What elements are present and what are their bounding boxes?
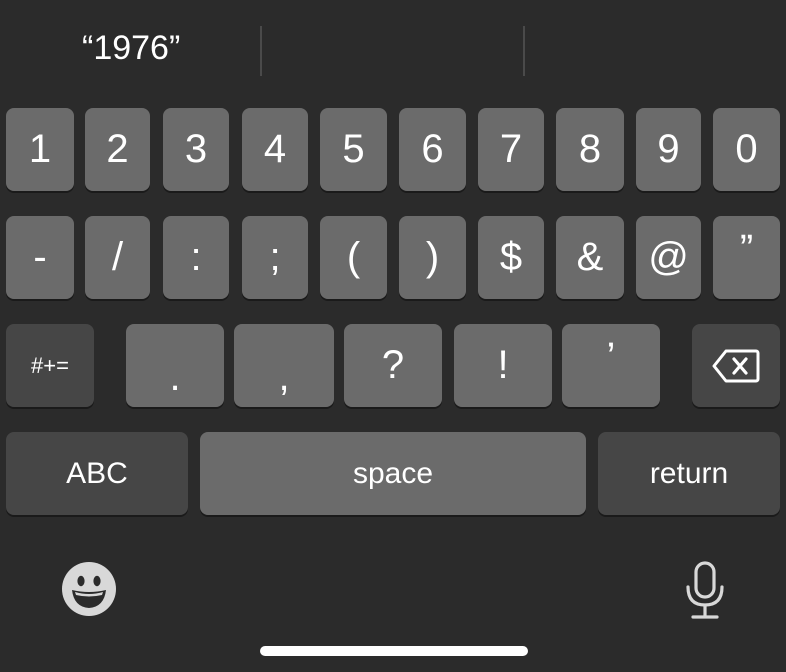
- keyboard: “1976” 1 2 3 4 5 6 7 8 9 0 - / : ; ( ) $…: [0, 0, 786, 672]
- key-7[interactable]: 7: [478, 108, 544, 191]
- key-close-paren[interactable]: ): [399, 216, 466, 299]
- key-label: .: [169, 355, 181, 399]
- key-8[interactable]: 8: [556, 108, 624, 191]
- key-4[interactable]: 4: [242, 108, 308, 191]
- key-at[interactable]: @: [636, 216, 701, 299]
- key-label: return: [649, 456, 729, 490]
- key-label: 2: [106, 127, 129, 171]
- suggestion-2[interactable]: [262, 22, 524, 74]
- key-label: (: [346, 235, 361, 279]
- abc-key[interactable]: ABC: [6, 432, 188, 515]
- key-ampersand[interactable]: &: [556, 216, 624, 299]
- suggestion-bar: “1976”: [0, 0, 786, 100]
- key-semicolon[interactable]: ;: [242, 216, 308, 299]
- key-label: /: [111, 235, 124, 279]
- suggestion-3[interactable]: [524, 22, 786, 74]
- key-5[interactable]: 5: [320, 108, 387, 191]
- key-3[interactable]: 3: [163, 108, 229, 191]
- key-label: ABC: [66, 456, 128, 490]
- return-key[interactable]: return: [598, 432, 780, 515]
- key-hyphen[interactable]: -: [6, 216, 74, 299]
- key-apostrophe[interactable]: ’: [562, 324, 660, 407]
- key-label: -: [33, 235, 47, 279]
- backspace-icon: [712, 349, 760, 383]
- key-label: 0: [735, 127, 758, 171]
- key-label: 8: [578, 127, 602, 171]
- suggestion-1[interactable]: “1976”: [0, 22, 262, 74]
- key-label: &: [576, 235, 604, 279]
- home-indicator[interactable]: [260, 646, 528, 656]
- key-label: 7: [499, 127, 523, 171]
- key-comma[interactable]: ,: [234, 324, 334, 407]
- key-label: @: [648, 235, 689, 279]
- key-1[interactable]: 1: [6, 108, 74, 191]
- key-open-paren[interactable]: (: [320, 216, 387, 299]
- key-label: space: [352, 456, 434, 490]
- key-label: ,: [278, 355, 290, 399]
- key-label: ’: [606, 335, 616, 379]
- space-key[interactable]: space: [200, 432, 586, 515]
- key-9[interactable]: 9: [636, 108, 701, 191]
- key-exclamation[interactable]: !: [454, 324, 552, 407]
- key-period[interactable]: .: [126, 324, 224, 407]
- key-6[interactable]: 6: [399, 108, 466, 191]
- key-quote[interactable]: ”: [713, 216, 780, 299]
- emoji-icon[interactable]: [60, 560, 118, 618]
- microphone-icon[interactable]: [680, 560, 730, 622]
- key-label: $: [499, 235, 523, 279]
- key-question[interactable]: ?: [344, 324, 442, 407]
- key-label: ;: [269, 235, 281, 279]
- key-label: 9: [657, 127, 680, 171]
- key-label: ?: [381, 343, 405, 387]
- key-0[interactable]: 0: [713, 108, 780, 191]
- key-dollar[interactable]: $: [478, 216, 544, 299]
- key-label: !: [497, 343, 509, 387]
- key-slash[interactable]: /: [85, 216, 150, 299]
- key-label: 5: [342, 127, 365, 171]
- key-label: :: [190, 235, 202, 279]
- backspace-key[interactable]: [692, 324, 780, 407]
- key-label: 3: [184, 127, 208, 171]
- key-label: 4: [263, 127, 287, 171]
- key-2[interactable]: 2: [85, 108, 150, 191]
- key-colon[interactable]: :: [163, 216, 229, 299]
- symbols-toggle-key[interactable]: #+=: [6, 324, 94, 407]
- key-label: 1: [28, 127, 52, 171]
- key-label: ): [425, 235, 440, 279]
- key-label: #+=: [31, 352, 69, 378]
- key-label: ”: [739, 227, 754, 271]
- key-label: 6: [421, 127, 444, 171]
